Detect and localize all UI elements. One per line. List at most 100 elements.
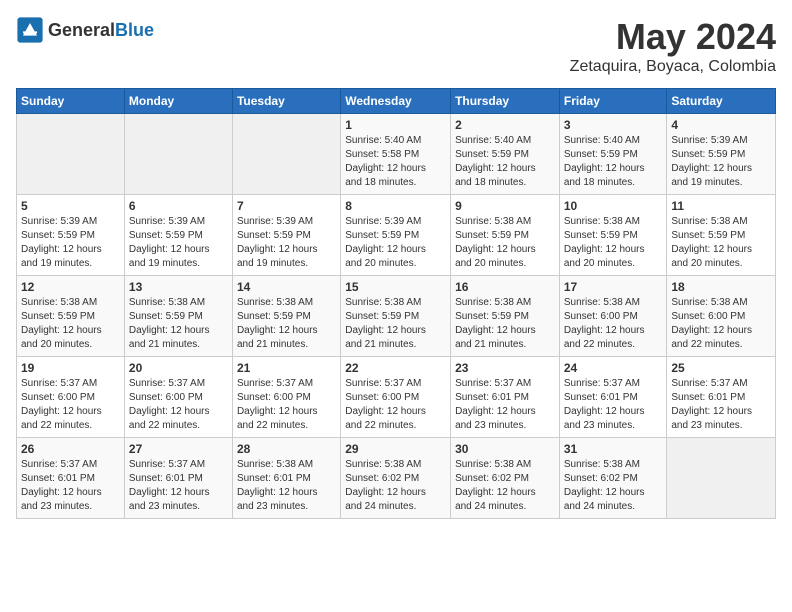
day-cell: 9 Sunrise: 5:38 AM Sunset: 5:59 PM Daylig… [451, 195, 560, 276]
day-info: Sunrise: 5:38 AM Sunset: 5:59 PM Dayligh… [129, 296, 228, 352]
day-info: Sunrise: 5:37 AM Sunset: 6:01 PM Dayligh… [21, 458, 120, 514]
day-number: 3 [564, 118, 663, 132]
day-number: 25 [671, 361, 771, 375]
day-cell: 30 Sunrise: 5:38 AM Sunset: 6:02 PM Dayli… [451, 438, 560, 519]
day-number: 17 [564, 280, 663, 294]
day-number: 13 [129, 280, 228, 294]
logo-icon [16, 16, 44, 44]
week-row-4: 19 Sunrise: 5:37 AM Sunset: 6:00 PM Dayli… [17, 357, 776, 438]
day-info: Sunrise: 5:40 AM Sunset: 5:58 PM Dayligh… [345, 134, 446, 190]
title-month: May 2024 [570, 16, 776, 58]
calendar-body: 1 Sunrise: 5:40 AM Sunset: 5:58 PM Daylig… [17, 114, 776, 519]
day-number: 24 [564, 361, 663, 375]
day-info: Sunrise: 5:38 AM Sunset: 5:59 PM Dayligh… [237, 296, 336, 352]
day-cell [124, 114, 232, 195]
day-info: Sunrise: 5:38 AM Sunset: 6:02 PM Dayligh… [455, 458, 555, 514]
day-cell: 25 Sunrise: 5:37 AM Sunset: 6:01 PM Dayli… [667, 357, 776, 438]
day-info: Sunrise: 5:38 AM Sunset: 5:59 PM Dayligh… [21, 296, 120, 352]
day-info: Sunrise: 5:40 AM Sunset: 5:59 PM Dayligh… [455, 134, 555, 190]
day-cell: 20Sunrise: 5:37 AM Sunset: 6:00 PM Dayli… [124, 357, 232, 438]
day-cell: 11 Sunrise: 5:38 AM Sunset: 5:59 PM Dayli… [667, 195, 776, 276]
day-cell: 2 Sunrise: 5:40 AM Sunset: 5:59 PM Daylig… [451, 114, 560, 195]
day-number: 4 [671, 118, 771, 132]
title-block: May 2024 Zetaquira, Boyaca, Colombia [570, 16, 776, 76]
week-row-5: 26 Sunrise: 5:37 AM Sunset: 6:01 PM Dayli… [17, 438, 776, 519]
day-cell: 1 Sunrise: 5:40 AM Sunset: 5:58 PM Daylig… [341, 114, 451, 195]
day-cell: 21 Sunrise: 5:37 AM Sunset: 6:00 PM Dayli… [232, 357, 340, 438]
day-number: 26 [21, 442, 120, 456]
logo: GeneralBlue [16, 16, 154, 44]
day-cell: 7 Sunrise: 5:39 AM Sunset: 5:59 PM Daylig… [232, 195, 340, 276]
day-info: Sunrise: 5:37 AM Sunset: 6:00 PM Dayligh… [237, 377, 336, 433]
day-number: 23 [455, 361, 555, 375]
day-info: Sunrise: 5:38 AM Sunset: 5:59 PM Dayligh… [345, 296, 446, 352]
day-cell: 12 Sunrise: 5:38 AM Sunset: 5:59 PM Dayli… [17, 276, 125, 357]
day-number: 19 [21, 361, 120, 375]
day-number: 7 [237, 199, 336, 213]
day-info: Sunrise: 5:39 AM Sunset: 5:59 PM Dayligh… [129, 215, 228, 271]
day-number: 15 [345, 280, 446, 294]
day-number: 20 [129, 361, 228, 375]
day-cell: 24 Sunrise: 5:37 AM Sunset: 6:01 PM Dayli… [559, 357, 667, 438]
day-info: Sunrise: 5:39 AM Sunset: 5:59 PM Dayligh… [237, 215, 336, 271]
day-info: Sunrise: 5:38 AM Sunset: 6:00 PM Dayligh… [671, 296, 771, 352]
day-cell: 26 Sunrise: 5:37 AM Sunset: 6:01 PM Dayli… [17, 438, 125, 519]
header-saturday: Saturday [667, 89, 776, 114]
header-friday: Friday [559, 89, 667, 114]
day-info: Sunrise: 5:38 AM Sunset: 5:59 PM Dayligh… [671, 215, 771, 271]
day-cell: 22Sunrise: 5:37 AM Sunset: 6:00 PM Dayli… [341, 357, 451, 438]
day-number: 12 [21, 280, 120, 294]
day-info: Sunrise: 5:38 AM Sunset: 6:02 PM Dayligh… [564, 458, 663, 514]
day-info: Sunrise: 5:37 AM Sunset: 6:01 PM Dayligh… [564, 377, 663, 433]
header-tuesday: Tuesday [232, 89, 340, 114]
day-number: 28 [237, 442, 336, 456]
header-sunday: Sunday [17, 89, 125, 114]
day-cell: 17 Sunrise: 5:38 AM Sunset: 6:00 PM Dayli… [559, 276, 667, 357]
day-cell: 8Sunrise: 5:39 AM Sunset: 5:59 PM Daylig… [341, 195, 451, 276]
day-number: 16 [455, 280, 555, 294]
day-info: Sunrise: 5:38 AM Sunset: 6:00 PM Dayligh… [564, 296, 663, 352]
day-number: 14 [237, 280, 336, 294]
day-number: 31 [564, 442, 663, 456]
header-monday: Monday [124, 89, 232, 114]
logo-blue: Blue [115, 20, 154, 40]
day-cell [232, 114, 340, 195]
day-cell: 5 Sunrise: 5:39 AM Sunset: 5:59 PM Daylig… [17, 195, 125, 276]
day-number: 1 [345, 118, 446, 132]
title-location: Zetaquira, Boyaca, Colombia [570, 58, 776, 76]
day-info: Sunrise: 5:37 AM Sunset: 6:01 PM Dayligh… [671, 377, 771, 433]
day-number: 5 [21, 199, 120, 213]
day-number: 30 [455, 442, 555, 456]
calendar-table: SundayMondayTuesdayWednesdayThursdayFrid… [16, 88, 776, 519]
day-number: 2 [455, 118, 555, 132]
day-cell: 19Sunrise: 5:37 AM Sunset: 6:00 PM Dayli… [17, 357, 125, 438]
day-number: 21 [237, 361, 336, 375]
calendar-header-row: SundayMondayTuesdayWednesdayThursdayFrid… [17, 89, 776, 114]
day-cell: 31 Sunrise: 5:38 AM Sunset: 6:02 PM Dayli… [559, 438, 667, 519]
day-number: 18 [671, 280, 771, 294]
day-number: 10 [564, 199, 663, 213]
day-cell: 23 Sunrise: 5:37 AM Sunset: 6:01 PM Dayli… [451, 357, 560, 438]
day-number: 9 [455, 199, 555, 213]
day-cell: 15 Sunrise: 5:38 AM Sunset: 5:59 PM Dayli… [341, 276, 451, 357]
day-cell: 10 Sunrise: 5:38 AM Sunset: 5:59 PM Dayli… [559, 195, 667, 276]
day-info: Sunrise: 5:38 AM Sunset: 5:59 PM Dayligh… [564, 215, 663, 271]
week-row-2: 5 Sunrise: 5:39 AM Sunset: 5:59 PM Daylig… [17, 195, 776, 276]
day-info: Sunrise: 5:39 AM Sunset: 5:59 PM Dayligh… [671, 134, 771, 190]
day-cell [667, 438, 776, 519]
day-cell: 4 Sunrise: 5:39 AM Sunset: 5:59 PM Daylig… [667, 114, 776, 195]
day-info: Sunrise: 5:39 AM Sunset: 5:59 PM Dayligh… [21, 215, 120, 271]
header-thursday: Thursday [451, 89, 560, 114]
day-info: Sunrise: 5:37 AM Sunset: 6:01 PM Dayligh… [455, 377, 555, 433]
day-cell: 16Sunrise: 5:38 AM Sunset: 5:59 PM Dayli… [451, 276, 560, 357]
day-cell: 29Sunrise: 5:38 AM Sunset: 6:02 PM Dayli… [341, 438, 451, 519]
day-info: Sunrise: 5:38 AM Sunset: 5:59 PM Dayligh… [455, 215, 555, 271]
day-info: Sunrise: 5:40 AM Sunset: 5:59 PM Dayligh… [564, 134, 663, 190]
logo-general: General [48, 20, 115, 40]
day-number: 11 [671, 199, 771, 213]
day-number: 27 [129, 442, 228, 456]
day-cell: 28Sunrise: 5:38 AM Sunset: 6:01 PM Dayli… [232, 438, 340, 519]
day-info: Sunrise: 5:37 AM Sunset: 6:00 PM Dayligh… [345, 377, 446, 433]
day-cell: 6Sunrise: 5:39 AM Sunset: 5:59 PM Daylig… [124, 195, 232, 276]
day-number: 29 [345, 442, 446, 456]
